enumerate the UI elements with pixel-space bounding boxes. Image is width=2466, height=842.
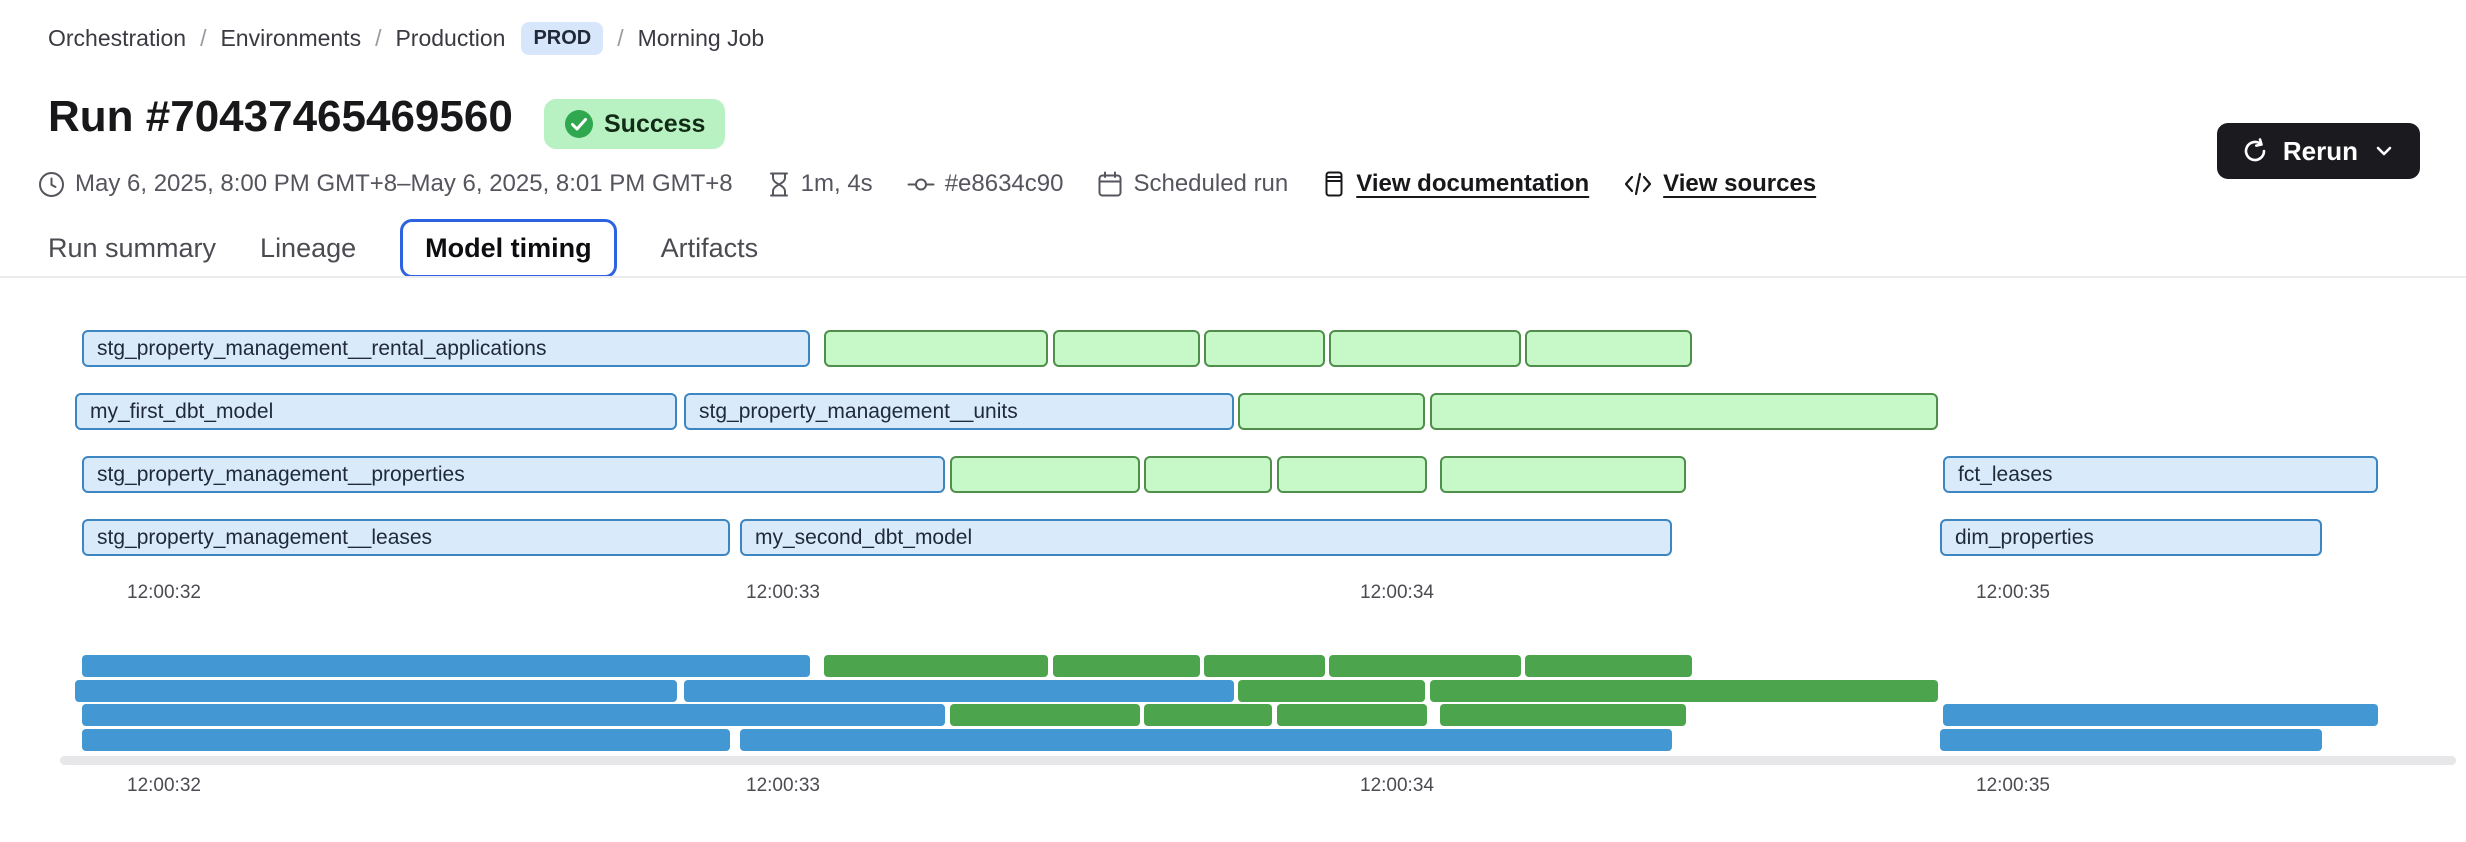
breadcrumb-separator: /	[375, 25, 381, 52]
document-icon	[1322, 170, 1346, 198]
meta-commit: #e8634c90	[907, 170, 1064, 198]
duration-text: 1m, 4s	[801, 170, 873, 198]
test-bar[interactable]	[1329, 330, 1521, 367]
tab-lineage[interactable]: Lineage	[260, 221, 356, 276]
model-bar-my-first-dbt-model[interactable]: my_first_dbt_model	[75, 393, 677, 430]
overview-test-bar[interactable]	[1430, 680, 1938, 702]
overview-bar-fct-leases[interactable]	[1943, 704, 2378, 726]
breadcrumb-item-orchestration[interactable]: Orchestration	[48, 25, 186, 52]
overview-test-bar[interactable]	[950, 704, 1140, 726]
view-documentation-link[interactable]: View documentation	[1322, 170, 1589, 198]
test-bar[interactable]	[1430, 393, 1938, 430]
overview-bar-stg-property-management-rental-applications[interactable]	[82, 655, 810, 677]
overview-test-bar[interactable]	[1204, 655, 1325, 677]
meta-schedule: May 6, 2025, 8:00 PM GMT+8–May 6, 2025, …	[38, 170, 733, 198]
tabs-divider	[0, 276, 2466, 278]
time-tick-label: 12:00:32	[127, 582, 201, 604]
documentation-link-label: View documentation	[1356, 170, 1589, 198]
overview-test-bar[interactable]	[1144, 704, 1272, 726]
hourglass-icon	[767, 171, 791, 198]
overview-bar-stg-property-management-properties[interactable]	[82, 704, 945, 726]
overview-bar-stg-property-management-leases[interactable]	[82, 729, 730, 751]
tab-bar: Run summary Lineage Model timing Artifacts	[48, 218, 758, 278]
overview-test-bar[interactable]	[1238, 680, 1425, 702]
horizontal-scrollbar[interactable]	[60, 756, 2456, 765]
run-detail-page: Orchestration / Environments / Production PRO…	[0, 0, 2466, 842]
test-bar[interactable]	[1277, 456, 1427, 493]
test-bar[interactable]	[950, 456, 1140, 493]
refresh-icon	[2241, 137, 2269, 165]
breadcrumb-separator: /	[617, 25, 623, 52]
model-bar-fct-leases[interactable]: fct_leases	[1943, 456, 2378, 493]
overview-test-bar[interactable]	[824, 655, 1048, 677]
meta-duration: 1m, 4s	[767, 170, 873, 198]
overview-test-bar[interactable]	[1440, 704, 1686, 726]
breadcrumb-separator: /	[200, 25, 206, 52]
check-circle-icon	[564, 109, 594, 139]
model-bar-stg-property-management-properties[interactable]: stg_property_management__properties	[82, 456, 945, 493]
test-bar[interactable]	[1204, 330, 1325, 367]
time-tick-label: 12:00:34	[1360, 582, 1434, 604]
overview-bar-stg-property-management-units[interactable]	[684, 680, 1234, 702]
breadcrumb-item-production[interactable]: Production	[395, 25, 505, 52]
time-tick-label: 12:00:32	[127, 775, 201, 797]
overview-bar-dim-properties[interactable]	[1940, 729, 2322, 751]
overview-bar-my-first-dbt-model[interactable]	[75, 680, 677, 702]
schedule-text: May 6, 2025, 8:00 PM GMT+8–May 6, 2025, …	[75, 170, 733, 198]
breadcrumb-item-morning-job[interactable]: Morning Job	[638, 25, 765, 52]
overview-test-bar[interactable]	[1053, 655, 1200, 677]
test-bar[interactable]	[1525, 330, 1692, 367]
commit-text: #e8634c90	[945, 170, 1064, 198]
time-tick-label: 12:00:33	[746, 582, 820, 604]
test-bar[interactable]	[1440, 456, 1686, 493]
rerun-label: Rerun	[2283, 136, 2358, 167]
model-bar-stg-property-management-units[interactable]: stg_property_management__units	[684, 393, 1234, 430]
model-bar-stg-property-management-leases[interactable]: stg_property_management__leases	[82, 519, 730, 556]
calendar-icon	[1097, 171, 1123, 198]
rerun-button[interactable]: Rerun	[2217, 123, 2420, 179]
breadcrumb: Orchestration / Environments / Production PRO…	[48, 22, 764, 55]
status-badge: Success	[544, 99, 725, 149]
time-tick-label: 12:00:35	[1976, 775, 2050, 797]
clock-icon	[38, 171, 65, 198]
sources-link-label: View sources	[1663, 170, 1816, 198]
run-meta: May 6, 2025, 8:00 PM GMT+8–May 6, 2025, …	[38, 170, 1816, 198]
status-label: Success	[604, 110, 705, 139]
test-bar[interactable]	[824, 330, 1048, 367]
page-title: Run #70437465469560	[48, 92, 513, 142]
breadcrumb-item-environments[interactable]: Environments	[220, 25, 361, 52]
model-bar-stg-property-management-rental-applications[interactable]: stg_property_management__rental_applicat…	[82, 330, 810, 367]
time-tick-label: 12:00:35	[1976, 582, 2050, 604]
model-bar-my-second-dbt-model[interactable]: my_second_dbt_model	[740, 519, 1672, 556]
time-tick-label: 12:00:34	[1360, 775, 1434, 797]
chevron-down-icon	[2372, 139, 2396, 163]
overview-test-bar[interactable]	[1329, 655, 1521, 677]
test-bar[interactable]	[1053, 330, 1200, 367]
tab-artifacts[interactable]: Artifacts	[661, 221, 759, 276]
code-icon	[1623, 171, 1653, 197]
overview-test-bar[interactable]	[1277, 704, 1427, 726]
model-bar-dim-properties[interactable]: dim_properties	[1940, 519, 2322, 556]
test-bar[interactable]	[1238, 393, 1425, 430]
tab-model-timing[interactable]: Model timing	[400, 219, 616, 278]
time-tick-label: 12:00:33	[746, 775, 820, 797]
overview-bar-my-second-dbt-model[interactable]	[740, 729, 1672, 751]
tab-run-summary[interactable]: Run summary	[48, 221, 216, 276]
test-bar[interactable]	[1144, 456, 1272, 493]
commit-icon	[907, 171, 935, 198]
view-sources-link[interactable]: View sources	[1623, 170, 1816, 198]
trigger-text: Scheduled run	[1133, 170, 1288, 198]
overview-test-bar[interactable]	[1525, 655, 1692, 677]
env-badge: PROD	[521, 22, 603, 55]
meta-trigger: Scheduled run	[1097, 170, 1288, 198]
